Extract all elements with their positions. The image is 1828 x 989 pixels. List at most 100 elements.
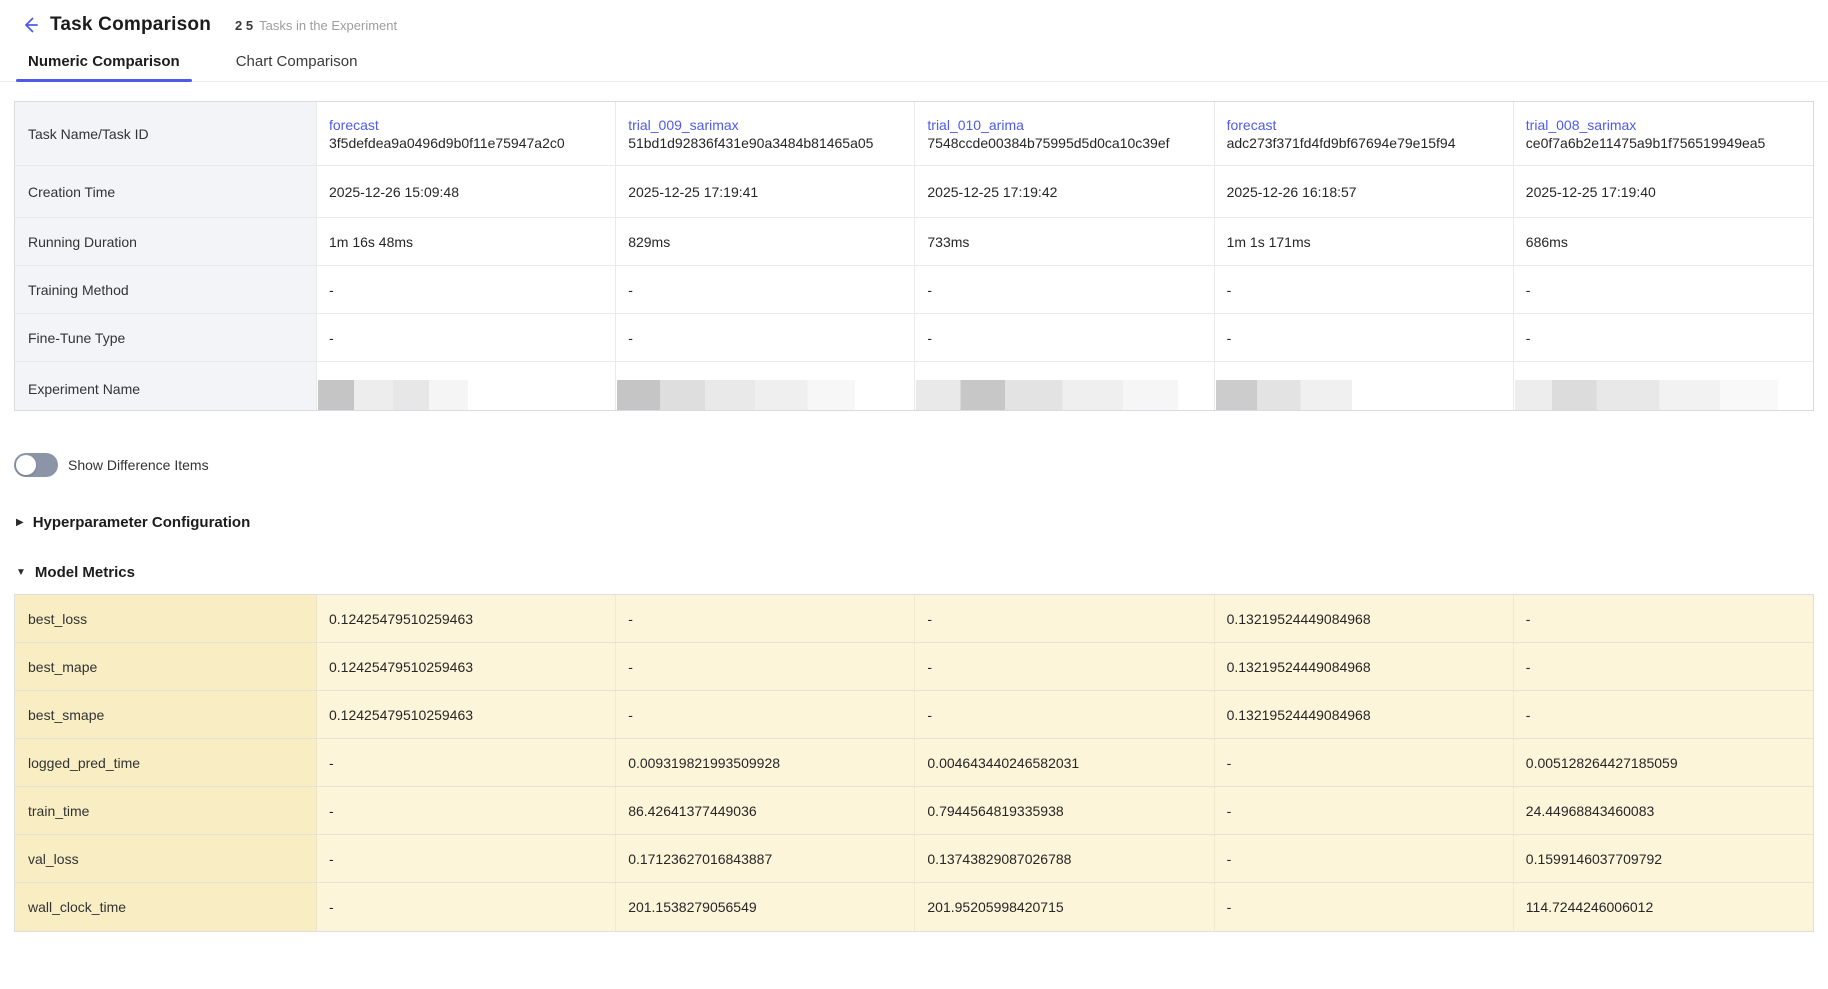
toggle-knob [16,455,36,475]
metric-value-cell: - [616,643,916,690]
loading-skeleton [916,380,1179,410]
metrics-table: best_loss 0.12425479510259463- -0.13219524… [14,594,1814,932]
metric-value-cell: 114.7244246006012 [1513,883,1813,931]
task-cell: trial_008_sarimax ce0f7a6b2e11475a9b1f756… [1514,102,1813,165]
metric-value-cell: 86.42641377449036 [616,787,916,834]
task-name-link[interactable]: trial_010_arima [927,117,1024,133]
info-value-cell: - [1215,266,1514,313]
metric-value-cell: 0.12425479510259463 [317,595,617,642]
info-value-cell: 2025-12-25 17:19:42 [915,166,1215,217]
metric-name: val_loss [15,835,317,882]
info-value-cell: 1m 1s 171ms [1215,218,1514,265]
info-value-cell: - [1215,314,1514,361]
metric-value-cell: 0.13743829087026788 [915,835,1215,882]
info-table-row: Task Name/Task ID forecast 3f5defdea9a0496… [15,102,1813,166]
tab-chart-comparison[interactable]: Chart Comparison [236,53,358,81]
show-difference-row: Show Difference Items [14,453,1828,477]
metric-value-cell: - [317,835,617,882]
task-cell: forecast 3f5defdea9a0496d9b0f11e75947a2c0 [317,102,617,165]
metric-value-cell: 0.004643440246582031 [915,739,1215,786]
task-name-link[interactable]: trial_009_sarimax [628,117,739,133]
info-row-label: Fine-Tune Type [15,314,317,361]
info-value-cell: - [1525,329,1531,346]
metric-name: train_time [15,787,317,834]
loading-cell [1514,362,1813,410]
tab-numeric-comparison[interactable]: Numeric Comparison [16,53,192,82]
info-value-cell: 2025-12-25 17:19:41 [616,166,916,217]
task-cell: trial_010_arima 7548ccde00384b75995d5d0ca… [915,102,1215,165]
show-difference-toggle[interactable] [14,453,58,477]
info-row-label: Running Duration [15,218,317,265]
info-value-cell: 1m 16s 48ms [317,218,617,265]
metric-name: best_loss [15,595,317,642]
page-title: Task Comparison [50,14,212,35]
tab-bar: Numeric Comparison Chart Comparison [0,53,1828,82]
loading-skeleton [617,380,856,410]
metric-value-cell: - [317,883,617,931]
metric-value-cell: - [915,691,1215,738]
metric-value-cell: - [317,787,617,834]
info-value-cell: 829ms [616,218,916,265]
info-row-label: Training Method [15,266,317,313]
task-id: adc273f371fd4fd9bf67694e79e15f94 [1226,134,1456,151]
metric-value-cell: 0.13219524449084968 [1214,643,1514,690]
task-id: 7548ccde00384b75995d5d0ca10c39ef [927,134,1170,151]
caret-right-icon: ▶ [16,516,24,528]
metric-value-cell: - [1214,883,1514,931]
task-count-number: 2 5 [235,17,254,33]
info-value-cell: 686ms [1525,233,1568,250]
task-name-link[interactable]: forecast [329,117,379,133]
task-name-link[interactable]: trial_008_sarimax [1526,117,1637,133]
metrics-table-row: train_time -86.42641377449036 0.7944564819… [15,787,1813,835]
info-table-row: Training Method - - - - - [15,266,1813,314]
loading-skeleton [318,380,468,410]
section-model-metrics[interactable]: ▼ Model Metrics [16,564,1828,581]
metric-value-cell: - [1214,739,1514,786]
metrics-table-row: val_loss -0.17123627016843887 0.1374382908… [15,835,1813,883]
back-button[interactable] [18,13,42,37]
metric-name: best_mape [15,643,317,690]
metric-value-cell: 201.95205998420715 [915,883,1215,931]
task-count-suffix: Tasks in the Experiment [259,17,398,33]
metrics-table-row: wall_clock_time -201.1538279056549 201.952… [15,883,1813,931]
metric-value-cell: 0.12425479510259463 [317,691,617,738]
arrow-left-icon [25,17,38,33]
loading-skeleton [1514,380,1778,410]
info-table-row: Fine-Tune Type - - - - - [15,314,1813,362]
task-name-link[interactable]: forecast [1227,117,1277,133]
metric-value-cell: - [616,691,916,738]
task-count: 2 5 Tasks in the Experiment [235,18,397,33]
info-value-cell: 2025-12-26 15:09:48 [317,166,617,217]
info-value-cell: - [616,314,916,361]
info-value-cell: - [317,314,617,361]
metric-value-cell: 201.1538279056549 [616,883,916,931]
metric-name: wall_clock_time [15,883,317,931]
task-id: 3f5defdea9a0496d9b0f11e75947a2c0 [329,134,565,151]
metric-value-cell: 0.1599146037709792 [1513,835,1813,882]
info-value-cell: - [915,266,1215,313]
metric-value-cell: 0.7944564819335938 [915,787,1215,834]
metric-value-cell: - [1513,691,1813,738]
page-header: Task Comparison 2 5 Tasks in the Experim… [0,0,1828,37]
task-id: ce0f7a6b2e11475a9b1f756519949ea5 [1525,134,1766,151]
section-title: Model Metrics [34,564,135,581]
info-row-label: Task Name/Task ID [15,102,317,165]
info-value-cell: - [616,266,916,313]
task-cell: forecast adc273f371fd4fd9bf67694e79e15f94 [1215,102,1514,165]
show-difference-label: Show Difference Items [68,457,209,473]
metric-value-cell: - [915,595,1215,642]
loading-cell [616,362,916,410]
metric-name: logged_pred_time [15,739,317,786]
metric-value-cell: 0.009319821993509928 [616,739,916,786]
info-row-label: Experiment Name [15,362,317,410]
info-value-cell: - [317,266,617,313]
info-table-row: Creation Time 2025-12-26 15:09:48 2025-12-… [15,166,1813,218]
metrics-table-row: logged_pred_time -0.009319821993509928 0.0… [15,739,1813,787]
metrics-table-row: best_loss 0.12425479510259463- -0.13219524… [15,595,1813,643]
metric-value-cell: 0.12425479510259463 [317,643,617,690]
section-hyperparameter-configuration[interactable]: ▶ Hyperparameter Configuration [16,514,1828,531]
metric-value-cell: - [317,739,617,786]
task-cell: trial_009_sarimax 51bd1d92836f431e90a3484… [616,102,916,165]
metric-value-cell: - [616,595,916,642]
loading-skeleton [1215,380,1352,410]
